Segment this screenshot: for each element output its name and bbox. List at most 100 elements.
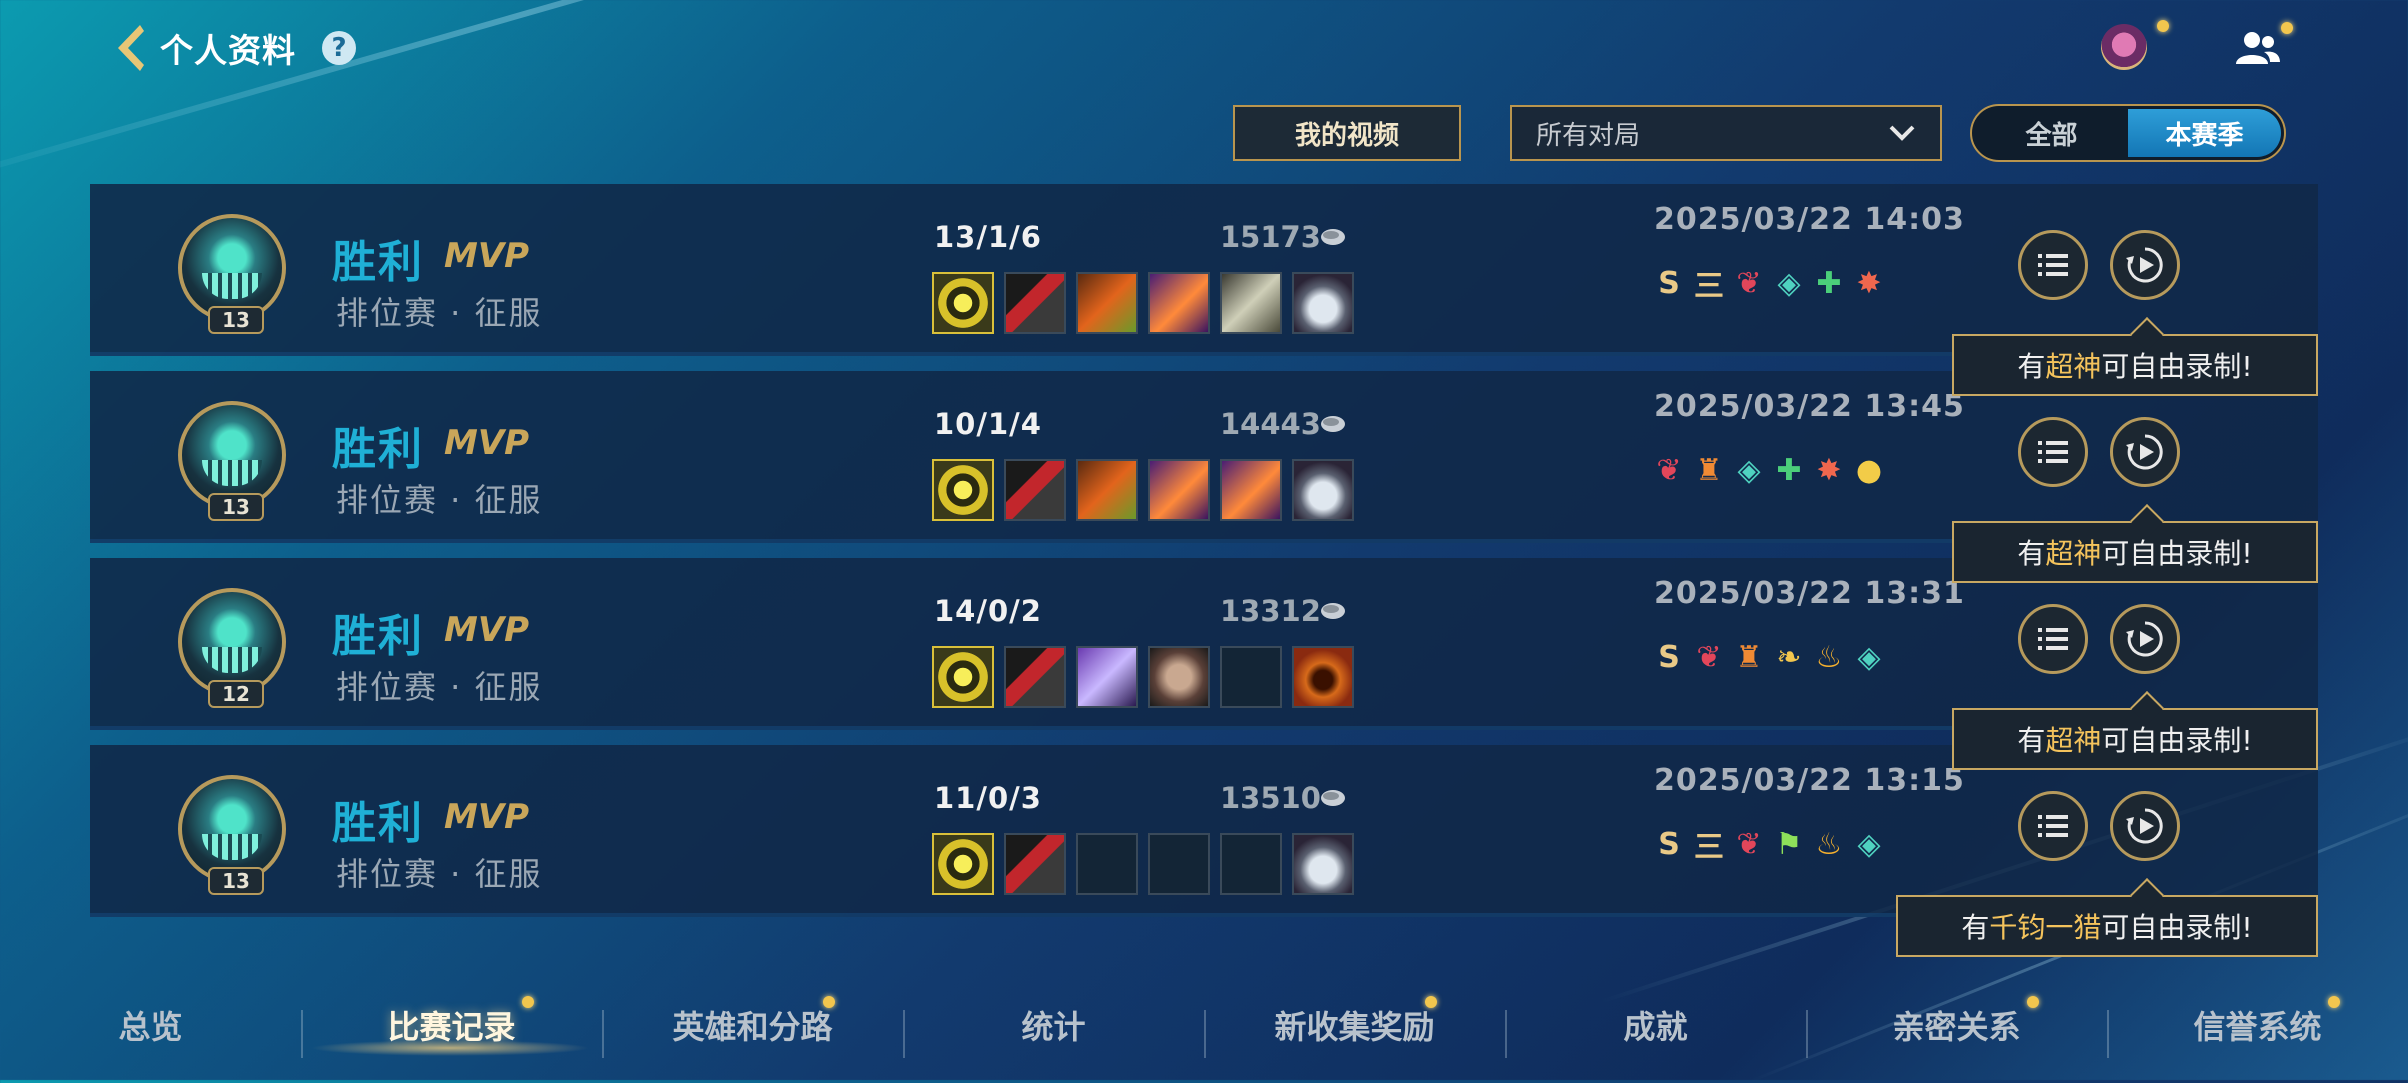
match-result: 胜利 <box>332 798 424 849</box>
header: 个人资料 ? <box>110 18 356 78</box>
list-icon <box>2038 815 2068 837</box>
replay-button[interactable] <box>2110 791 2180 861</box>
tab-notification-dot <box>822 996 835 1008</box>
item-icon <box>1076 272 1138 334</box>
match-row[interactable]: 13 胜利 MVP 排位赛 · 征服 13/1/6 15173 2025/03/22 14:… <box>90 184 2318 356</box>
friends-icon[interactable] <box>2234 30 2282 66</box>
mvp-label: MVP <box>444 610 530 650</box>
gold-coin-icon <box>1321 790 1345 806</box>
item-icon <box>932 459 994 521</box>
gold-coin-icon <box>1321 229 1345 245</box>
item-icon <box>1292 646 1354 708</box>
tab-1[interactable]: 比赛记录 <box>301 990 602 1060</box>
match-row[interactable]: 13 胜利 MVP 排位赛 · 征服 10/1/4 14443 2025/03/22 13:… <box>90 371 2318 543</box>
match-details-button[interactable] <box>2018 417 2088 487</box>
back-arrow-icon[interactable] <box>110 21 146 75</box>
callout-prefix: 有 <box>2017 350 2046 383</box>
kda: 14/0/2 <box>934 594 1042 628</box>
coin-badge-icon: ● <box>1855 452 1883 488</box>
hero-level-badge: 12 <box>208 680 264 708</box>
replay-button[interactable] <box>2110 230 2180 300</box>
hero-level-badge: 13 <box>208 867 264 895</box>
toggle-all-button[interactable]: 全部 <box>1975 109 2128 157</box>
match-details-button[interactable] <box>2018 604 2088 674</box>
list-icon <box>2038 628 2068 650</box>
item-icon <box>1004 833 1066 895</box>
wing-badge-icon: ❦ <box>1736 826 1762 862</box>
match-date: 2025/03/22 13:45 <box>1654 389 1965 424</box>
chevron-down-icon <box>1889 125 1915 141</box>
callout-prefix: 有 <box>2017 724 2046 757</box>
item-icon <box>1148 646 1210 708</box>
record-highlight-callout[interactable]: 有超神 可自由录制! <box>1952 708 2318 770</box>
tab-2[interactable]: 英雄和分路 <box>602 990 903 1060</box>
game-mode: 排位赛 · 征服 <box>336 855 543 893</box>
my-videos-button[interactable]: 我的视频 <box>1233 105 1461 161</box>
help-icon[interactable]: ? <box>322 31 356 65</box>
callout-prefix: 有 <box>2017 537 2046 570</box>
match-filter-select[interactable]: 所有对局 <box>1510 105 1942 161</box>
item-build <box>932 646 1354 708</box>
match-row[interactable]: 12 胜利 MVP 排位赛 · 征服 14/0/2 13312 2025/03/22 13:… <box>90 558 2318 730</box>
match-details-button[interactable] <box>2018 791 2088 861</box>
achievement-badges: S ❦ ♜ ❧ ♨ ◈ <box>1652 640 1886 675</box>
item-icon <box>932 272 994 334</box>
game-mode: 排位赛 · 征服 <box>336 668 543 706</box>
gold-coin-icon <box>1321 416 1345 432</box>
list-icon <box>2038 441 2068 463</box>
item-icon <box>1076 459 1138 521</box>
item-icon <box>1004 272 1066 334</box>
replay-button[interactable] <box>2110 417 2180 487</box>
三-badge-icon: 三 <box>1694 269 1724 304</box>
flame-badge-icon: ✸ <box>1816 452 1842 488</box>
season-toggle: 全部 本赛季 <box>1970 104 2286 162</box>
gold-amount: 13312 <box>1220 594 1321 628</box>
player-avatar-icon[interactable] <box>2101 24 2147 70</box>
item-icon <box>932 833 994 895</box>
record-highlight-callout[interactable]: 有超神 可自由录制! <box>1952 334 2318 396</box>
item-build <box>932 272 1354 334</box>
match-result: 胜利 <box>332 237 424 288</box>
tab-0[interactable]: 总览 <box>0 990 301 1060</box>
item-icon <box>932 646 994 708</box>
三-badge-icon: 三 <box>1694 830 1724 865</box>
item-build <box>932 833 1354 895</box>
tab-notification-dot <box>521 996 534 1008</box>
empty-item-slot <box>1220 833 1282 895</box>
replay-icon <box>2126 808 2163 844</box>
gold-amount: 14443 <box>1220 407 1321 441</box>
replay-button[interactable] <box>2110 604 2180 674</box>
match-details-button[interactable] <box>2018 230 2088 300</box>
kda: 13/1/6 <box>934 220 1042 254</box>
empty-item-slot <box>1076 833 1138 895</box>
match-result: 胜利 <box>332 424 424 475</box>
tab-7[interactable]: 信誉系统 <box>2107 990 2408 1060</box>
record-highlight-callout[interactable]: 有超神 可自由录制! <box>1952 521 2318 583</box>
tab-6[interactable]: 亲密关系 <box>1806 990 2107 1060</box>
empty-item-slot <box>1220 646 1282 708</box>
heal-badge-icon: ✚ <box>1816 265 1842 301</box>
record-highlight-callout[interactable]: 有千钧一猎 可自由录制! <box>1896 895 2318 957</box>
tab-separator <box>602 1010 604 1058</box>
tab-separator <box>1204 1010 1206 1058</box>
heal-badge-icon: ✚ <box>1776 452 1802 488</box>
gold-coin-icon <box>1321 603 1345 619</box>
tab-5[interactable]: 成就 <box>1505 990 1806 1060</box>
page-title: 个人资料 <box>160 31 296 70</box>
toggle-season-button[interactable]: 本赛季 <box>2128 109 2281 157</box>
shield-badge-icon: ◈ <box>1737 452 1761 488</box>
item-icon <box>1220 272 1282 334</box>
flag-badge-icon: ⚑ <box>1775 826 1803 862</box>
game-mode: 排位赛 · 征服 <box>336 294 543 332</box>
flame-badge-icon: ✸ <box>1856 265 1882 301</box>
tab-3[interactable]: 统计 <box>903 990 1204 1060</box>
wing-badge-icon: ❦ <box>1656 452 1682 488</box>
item-icon <box>1292 272 1354 334</box>
tab-4[interactable]: 新收集奖励 <box>1204 990 1505 1060</box>
game-mode: 排位赛 · 征服 <box>336 481 543 519</box>
tab-separator <box>1505 1010 1507 1058</box>
match-row[interactable]: 13 胜利 MVP 排位赛 · 征服 11/0/3 13510 2025/03/22 13:… <box>90 745 2318 917</box>
callout-suffix: 可自由录制! <box>2101 724 2253 757</box>
tab-separator <box>301 1010 303 1058</box>
kda: 10/1/4 <box>934 407 1042 441</box>
